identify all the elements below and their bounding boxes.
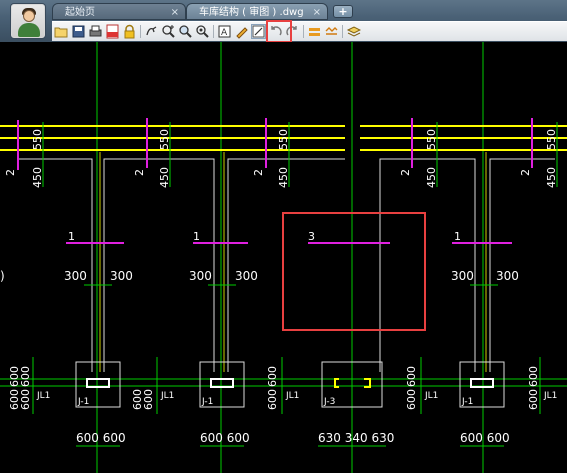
dim-300: 300 (110, 269, 133, 283)
dim-600: 600 (405, 366, 418, 387)
app-window: 起始页 × 车库结构 ( 审图 ) .dwg × + A 550 550 550… (0, 0, 567, 473)
tab-drawing[interactable]: 车库结构 ( 审图 ) .dwg × (186, 3, 328, 20)
tab-drawing-label: 车库结构 ( 审图 ) .dwg (199, 7, 304, 18)
dim-2: 2 (4, 169, 17, 176)
dim-2: 2 (519, 169, 532, 176)
dim-600: 600 (266, 366, 279, 387)
dim-600: 600 (266, 389, 279, 410)
open-icon[interactable] (54, 24, 69, 39)
dim-600-600: 600 600 (200, 431, 250, 445)
dim-300: 300 (451, 269, 474, 283)
dim-550: 550 (425, 129, 438, 150)
zoom-window-icon[interactable] (178, 24, 193, 39)
section-labels: 1 1 3 1 (68, 230, 461, 243)
pan-icon[interactable] (144, 24, 159, 39)
footing-label-j1: J-1 (461, 397, 473, 407)
toolbar-separator (303, 25, 304, 38)
section-label-1: 1 (193, 230, 200, 243)
dim-600-600: 600 600 (460, 431, 510, 445)
section-label-3: 3 (308, 230, 315, 243)
dim-600: 600 (405, 389, 418, 410)
dim-300: 300 (64, 269, 87, 283)
bottom-dimension-labels: 600 600 600 600 630 340 630 600 600 (76, 431, 510, 445)
svg-text:A: A (221, 28, 228, 38)
footing-labels: J-1 J-1 J-3 J-1 JL1 JL1 JL1 JL1 JL1 (36, 391, 557, 407)
toolbar-separator (342, 25, 343, 38)
pdf-icon[interactable] (105, 24, 120, 39)
layer-icon[interactable] (307, 24, 322, 39)
dim-300: 300 (496, 269, 519, 283)
dim-450: 450 (425, 167, 438, 188)
footing-label-j1: J-1 (77, 397, 89, 407)
footing-label-j3: J-3 (323, 397, 335, 407)
hatch-icon[interactable] (324, 24, 339, 39)
lock-icon[interactable] (122, 24, 137, 39)
toolbar-separator (213, 25, 214, 38)
beam-label-jl1: JL1 (160, 391, 174, 401)
dim-450: 450 (158, 167, 171, 188)
dim-450: 450 (277, 167, 290, 188)
tab-home-label: 起始页 (65, 7, 95, 18)
mid-dimension-labels: ) 300 300 300 300 300 300 (0, 269, 519, 283)
review-highlight-box (282, 212, 426, 331)
dim-450: 450 (545, 167, 558, 188)
section-label-1: 1 (68, 230, 75, 243)
beam-label-jl1: JL1 (285, 391, 299, 401)
tab-drawing-close-icon[interactable]: × (313, 4, 321, 19)
new-tab-button[interactable]: + (333, 5, 353, 18)
dim-550: 550 (158, 129, 171, 150)
avatar-body (18, 23, 40, 37)
dim-550: 550 (277, 129, 290, 150)
pencil-icon[interactable] (234, 24, 249, 39)
dim-600: 600 (142, 389, 155, 410)
beam-label-jl1: JL1 (36, 391, 50, 401)
layers-icon[interactable] (346, 24, 362, 39)
tool-highlight-box (266, 20, 292, 43)
dim-2: 2 (252, 169, 265, 176)
dim-600: 600 (527, 366, 540, 387)
dim-300: 300 (235, 269, 258, 283)
beam-label-jl1: JL1 (424, 391, 438, 401)
dim-550: 550 (31, 129, 44, 150)
dim-2: 2 (399, 169, 412, 176)
dim-2: 2 (133, 169, 146, 176)
print-icon[interactable] (88, 24, 103, 39)
drawing-canvas[interactable]: 550 550 550 550 550 450 450 450 450 450 … (0, 42, 567, 473)
zoom-in-icon[interactable] (161, 24, 176, 39)
cad-drawing: 550 550 550 550 550 450 450 450 450 450 … (0, 42, 567, 473)
footing-label-j1: J-1 (201, 397, 213, 407)
dim-630-340-630: 630 340 630 (318, 431, 394, 445)
dim-600-600: 600 600 (76, 431, 126, 445)
column-outlines (18, 158, 555, 372)
dim-600: 600 (527, 389, 540, 410)
user-avatar[interactable] (11, 4, 45, 38)
zoom-extents-icon[interactable] (195, 24, 210, 39)
toolbar-separator (140, 25, 141, 38)
tab-home-close-icon[interactable]: × (171, 4, 179, 19)
section-label-1: 1 (454, 230, 461, 243)
tab-home[interactable]: 起始页 × (52, 3, 186, 20)
measure-icon[interactable] (251, 24, 266, 39)
save-icon[interactable] (71, 24, 86, 39)
dim-300: 300 (189, 269, 212, 283)
text-icon[interactable]: A (217, 24, 232, 39)
dim-450: 450 (31, 167, 44, 188)
avatar-head (23, 10, 35, 22)
dim-600: 600 (19, 389, 32, 410)
beam-label-jl1: JL1 (543, 391, 557, 401)
dim-550: 550 (545, 129, 558, 150)
dim-600: 600 (19, 366, 32, 387)
top-dim-lines (42, 122, 558, 187)
toolbar: A (52, 21, 567, 41)
partial-label: ) (0, 269, 5, 283)
